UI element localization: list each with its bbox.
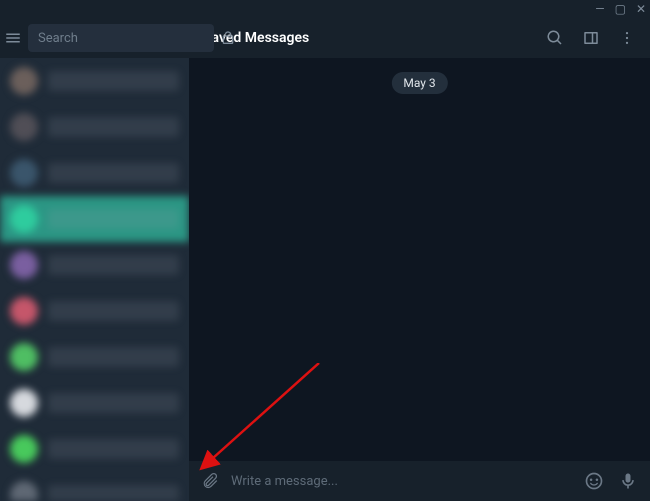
window-titlebar: — ▢ ✕ xyxy=(0,0,650,18)
lock-open-icon xyxy=(220,30,236,46)
date-badge: May 3 xyxy=(391,72,447,94)
avatar xyxy=(10,435,38,463)
menu-icon xyxy=(4,29,22,47)
chat-item-preview xyxy=(48,209,179,229)
chat-title: Saved Messages xyxy=(203,30,532,46)
app-window: — ▢ ✕ Saved Messages xyxy=(0,0,650,501)
chat-list-item[interactable] xyxy=(0,58,189,104)
chat-list-item[interactable] xyxy=(0,426,189,472)
chat-list-item[interactable] xyxy=(0,472,189,501)
mic-icon xyxy=(618,471,638,491)
emoji-icon xyxy=(584,471,604,491)
window-close-button[interactable]: ✕ xyxy=(636,3,646,15)
menu-button[interactable] xyxy=(4,24,22,52)
search-field[interactable] xyxy=(28,24,214,52)
chat-item-preview xyxy=(48,163,179,183)
chat-item-preview xyxy=(48,117,179,137)
chat-list[interactable] xyxy=(0,58,189,501)
avatar xyxy=(10,481,38,501)
avatar xyxy=(10,113,38,141)
avatar xyxy=(10,343,38,371)
composer xyxy=(189,461,650,501)
emoji-button[interactable] xyxy=(582,469,606,493)
avatar xyxy=(10,297,38,325)
header-search-button[interactable] xyxy=(542,25,568,51)
window-maximize-button[interactable]: ▢ xyxy=(615,3,626,15)
sidebar xyxy=(0,18,189,501)
chat-list-item[interactable] xyxy=(0,288,189,334)
chat-list-item[interactable] xyxy=(0,334,189,380)
lock-button[interactable] xyxy=(220,25,236,51)
chat-item-preview xyxy=(48,485,179,501)
message-input[interactable] xyxy=(231,474,572,489)
more-vert-icon xyxy=(618,29,636,47)
avatar xyxy=(10,251,38,279)
chat-list-item[interactable] xyxy=(0,104,189,150)
chat-item-preview xyxy=(48,393,179,413)
avatar xyxy=(10,67,38,95)
side-panel-button[interactable] xyxy=(578,25,604,51)
app-body: Saved Messages May 3 xyxy=(0,18,650,501)
chat-item-preview xyxy=(48,439,179,459)
chat-item-preview xyxy=(48,255,179,275)
mic-button[interactable] xyxy=(616,469,640,493)
chat-item-preview xyxy=(48,71,179,91)
window-minimize-button[interactable]: — xyxy=(595,3,604,15)
chat-list-item[interactable] xyxy=(0,196,189,242)
messages-area[interactable]: May 3 xyxy=(189,58,650,461)
search-input[interactable] xyxy=(38,31,204,46)
search-icon xyxy=(546,29,564,47)
chat-item-preview xyxy=(48,347,179,367)
main-panel: Saved Messages May 3 xyxy=(189,18,650,501)
attach-button[interactable] xyxy=(197,469,221,493)
avatar xyxy=(10,205,38,233)
chat-item-preview xyxy=(48,301,179,321)
chat-list-item[interactable] xyxy=(0,380,189,426)
sidebar-top xyxy=(0,18,189,58)
chat-list-item[interactable] xyxy=(0,150,189,196)
side-panel-icon xyxy=(582,29,600,47)
chat-header: Saved Messages xyxy=(189,18,650,58)
more-button[interactable] xyxy=(614,25,640,51)
avatar xyxy=(10,389,38,417)
attach-icon xyxy=(199,471,219,491)
avatar xyxy=(10,159,38,187)
chat-list-item[interactable] xyxy=(0,242,189,288)
